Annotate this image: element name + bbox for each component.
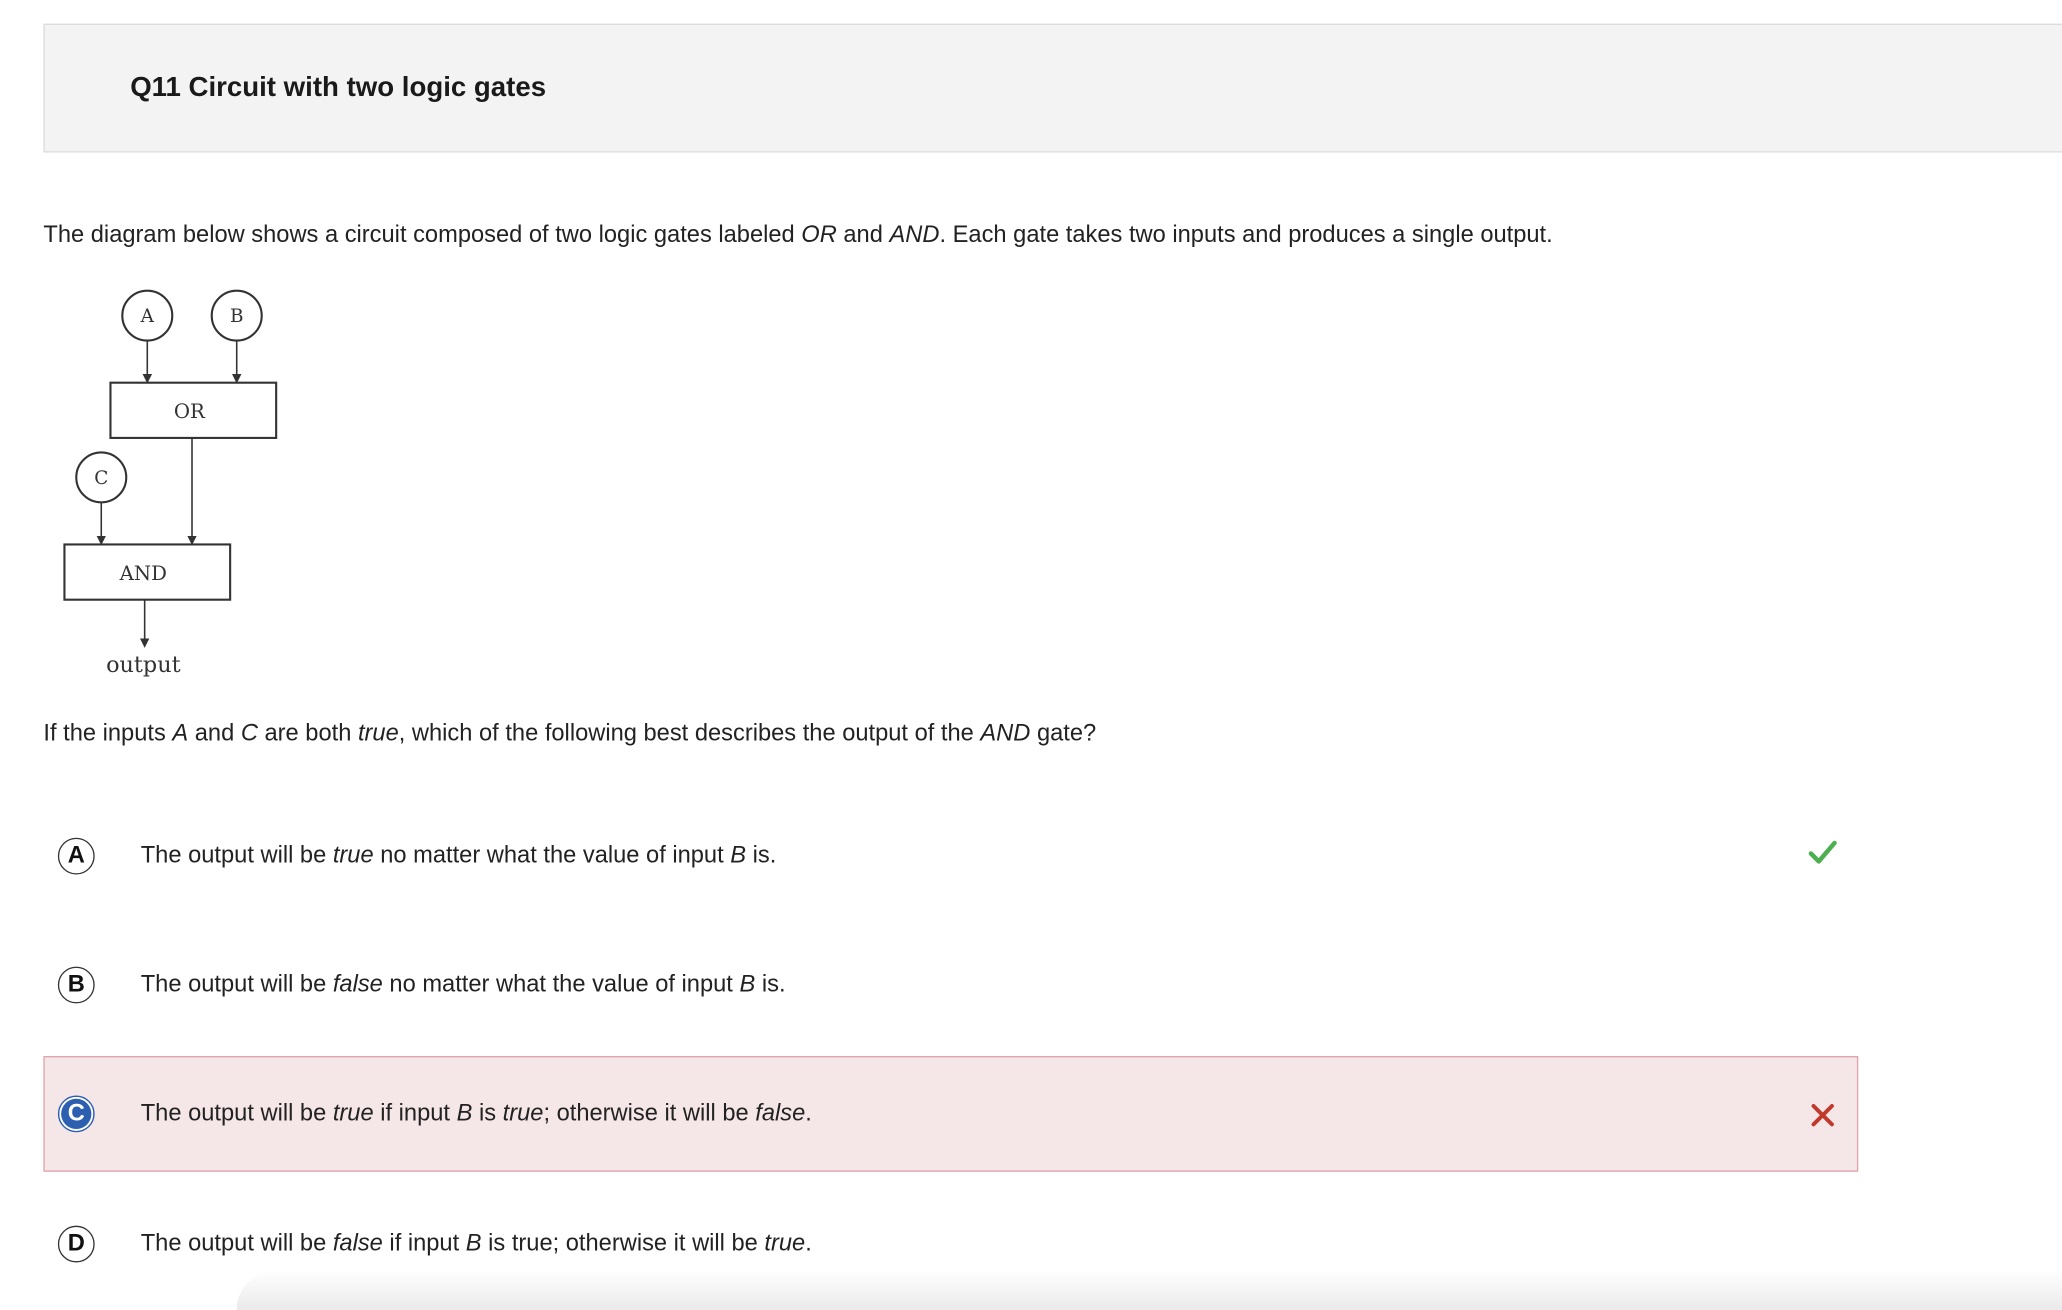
option-text-part: . xyxy=(805,1099,812,1126)
option-text-part: . xyxy=(805,1229,812,1256)
option-text-emph: false xyxy=(332,1229,383,1256)
intro-part: and xyxy=(836,220,890,248)
input-c-node: C xyxy=(75,451,128,504)
option-text-emph: true xyxy=(764,1229,806,1256)
option-text-part: The output will be xyxy=(140,970,333,997)
and-gate: AND xyxy=(63,543,232,601)
option-text-part: is true; otherwise it will be xyxy=(481,1229,765,1256)
answer-option-b[interactable]: B The output will be false no matter wha… xyxy=(43,927,1858,1043)
question-text: If the inputs A and C are both true, whi… xyxy=(43,719,1096,747)
input-c-label: C xyxy=(94,468,108,489)
question-part: , which of the following best describes … xyxy=(398,719,981,746)
option-text-part: The output will be xyxy=(140,1099,333,1126)
question-part: and xyxy=(188,719,241,746)
option-text-emph: B xyxy=(730,841,747,868)
question-page: Q11 Circuit with two logic gates The dia… xyxy=(0,0,2062,1310)
option-text-part: if input xyxy=(382,1229,466,1256)
option-text-emph: B xyxy=(739,970,756,997)
and-gate-label: AND xyxy=(119,562,167,585)
option-text-emph: false xyxy=(332,970,383,997)
intro-part: . Each gate takes two inputs and produce… xyxy=(939,220,1553,248)
input-b-node: B xyxy=(210,289,263,342)
or-gate: OR xyxy=(109,381,278,439)
option-d-letter[interactable]: D xyxy=(57,1225,95,1263)
option-b-text: The output will be false no matter what … xyxy=(141,971,786,999)
question-a: A xyxy=(172,719,189,746)
circuit-diagram: A B OR C AND output xyxy=(53,279,316,700)
option-text-emph: true xyxy=(502,1099,544,1126)
or-gate-label: OR xyxy=(174,400,206,423)
option-d-text: The output will be false if input B is t… xyxy=(141,1230,812,1258)
question-c: C xyxy=(240,719,258,746)
checkmark-icon xyxy=(1808,840,1837,864)
input-a-node: A xyxy=(121,289,174,342)
answer-option-c[interactable]: C The output will be true if input B is … xyxy=(43,1056,1859,1172)
option-text-emph: B xyxy=(465,1229,482,1256)
option-text-part: if input xyxy=(373,1099,457,1126)
option-text-emph: false xyxy=(755,1099,806,1126)
option-text-part: is. xyxy=(746,841,777,868)
option-text-part: no matter what the value of input xyxy=(373,841,731,868)
question-part: If the inputs xyxy=(43,719,173,746)
option-a-letter[interactable]: A xyxy=(57,837,95,875)
input-b-label: B xyxy=(230,306,244,327)
option-text-part: ; otherwise it will be xyxy=(543,1099,756,1126)
option-text-emph: true xyxy=(332,1099,374,1126)
option-a-text: The output will be true no matter what t… xyxy=(141,842,777,870)
intro-text: The diagram below shows a circuit compos… xyxy=(43,221,1552,249)
option-text-part: is xyxy=(472,1099,503,1126)
option-text-part: The output will be xyxy=(140,841,333,868)
intro-or: OR xyxy=(801,220,837,248)
question-title: Q11 Circuit with two logic gates xyxy=(130,72,547,103)
question-part: are both xyxy=(257,719,358,746)
intro-part: The diagram below shows a circuit compos… xyxy=(43,220,802,248)
option-text-part: is. xyxy=(755,970,786,997)
answer-option-a[interactable]: A The output will be true no matter what… xyxy=(43,798,1858,914)
option-c-text: The output will be true if input B is tr… xyxy=(141,1099,812,1127)
option-b-letter[interactable]: B xyxy=(57,966,95,1004)
option-text-part: The output will be xyxy=(140,1229,333,1256)
input-a-label: A xyxy=(140,306,155,327)
question-part: gate? xyxy=(1030,719,1097,746)
option-c-letter[interactable]: C xyxy=(57,1095,95,1133)
question-true: true xyxy=(357,719,399,746)
bottom-scroll-shadow xyxy=(236,1270,2062,1310)
option-text-part: no matter what the value of input xyxy=(382,970,740,997)
option-text-emph: B xyxy=(456,1099,473,1126)
x-mark-icon xyxy=(1811,1104,1834,1127)
output-label: output xyxy=(106,652,181,678)
option-text-emph: true xyxy=(332,841,374,868)
intro-and: AND xyxy=(889,220,940,248)
question-and: AND xyxy=(980,719,1031,746)
